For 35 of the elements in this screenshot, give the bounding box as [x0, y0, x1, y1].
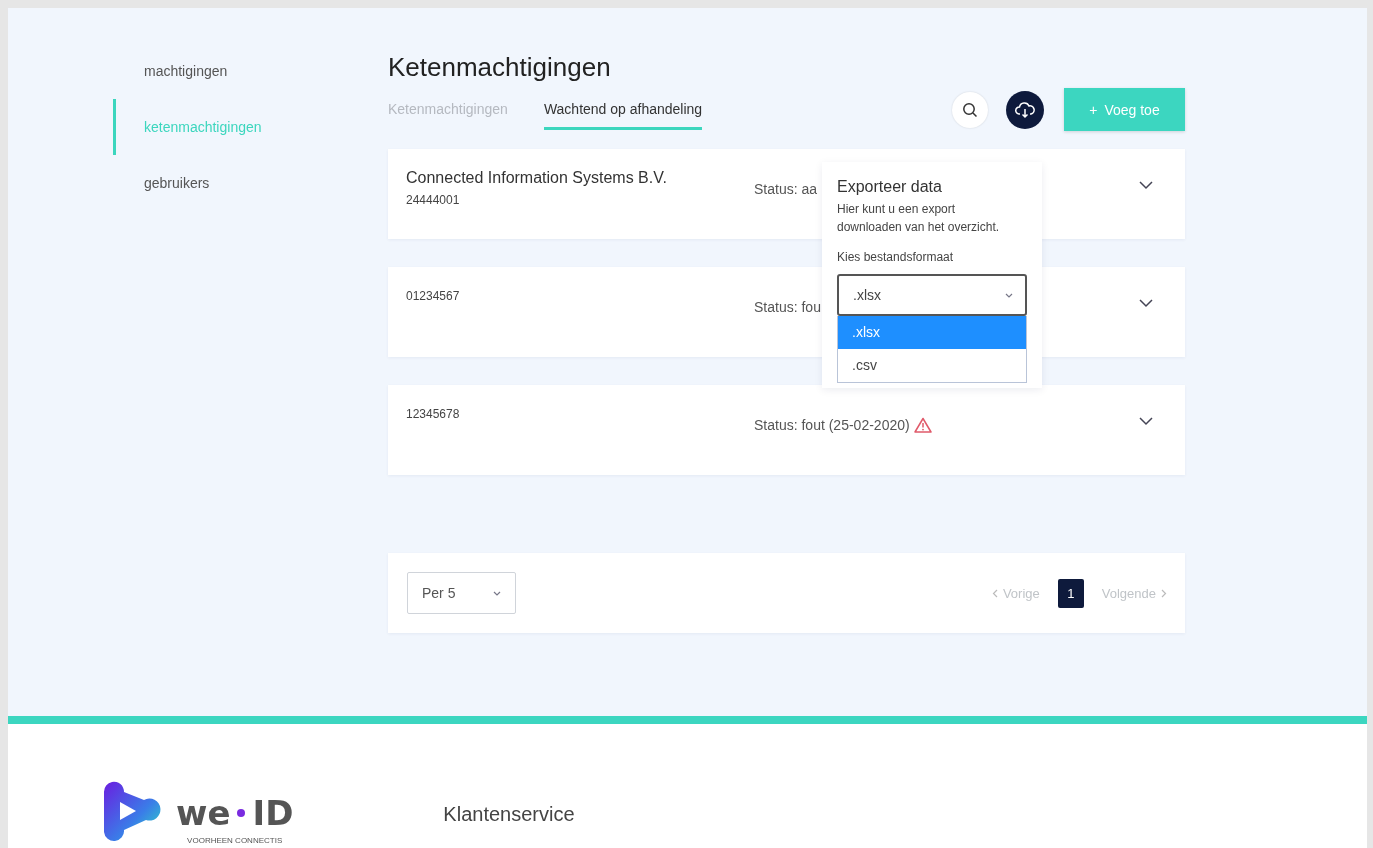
warning-icon [913, 417, 932, 433]
record-card[interactable]: 12345678 Status: fout (25-02-2020) [388, 385, 1185, 475]
tab[interactable]: Wachtend op afhandeling [543, 101, 703, 130]
chevron-down-icon [1139, 417, 1153, 426]
chevron-down-icon [1005, 292, 1013, 298]
search-icon [962, 101, 978, 118]
chevron-down-icon [1139, 181, 1153, 190]
logo-text: ID [252, 794, 294, 832]
status-text: Status: fou [754, 299, 821, 315]
sidebar-item[interactable]: machtigingen [113, 54, 283, 88]
status-text: Status: fout (25-02-2020) [754, 417, 910, 433]
cloud-download-icon [1015, 100, 1035, 119]
record-number: 24444001 [406, 193, 461, 207]
chevron-down-icon [1139, 299, 1153, 308]
company-name: Connected Information Systems B.V. [406, 169, 668, 187]
per-page-select[interactable]: Per 5 [407, 572, 516, 614]
search-button[interactable] [952, 91, 988, 128]
popup-description: Hier kunt u een export downloaden van het overzicht. [837, 201, 1001, 236]
sidebar-item[interactable]: gebruikers [113, 166, 283, 200]
page-title: Ketenmachtigingen [388, 51, 612, 84]
field-label: Kies bestandsformaat [837, 250, 955, 264]
chevron-down-icon [493, 590, 501, 596]
logo-text: we [176, 794, 231, 832]
page-number[interactable]: 1 [1057, 578, 1084, 608]
dot-icon [236, 808, 247, 818]
popup-title: Exporteer data [837, 178, 943, 196]
export-button[interactable] [1006, 90, 1044, 129]
status-text: Status: aa [754, 181, 818, 197]
footer-link[interactable]: Klantenservice [443, 780, 575, 826]
format-select[interactable]: .xlsx [837, 274, 1027, 316]
chevron-right-icon [1161, 588, 1167, 598]
chevron-left-icon [991, 588, 998, 598]
logo-tagline: VOORHEEN CONNECTIS [186, 836, 284, 845]
record-number: 12345678 [406, 407, 461, 421]
record-number: 01234567 [406, 289, 461, 303]
